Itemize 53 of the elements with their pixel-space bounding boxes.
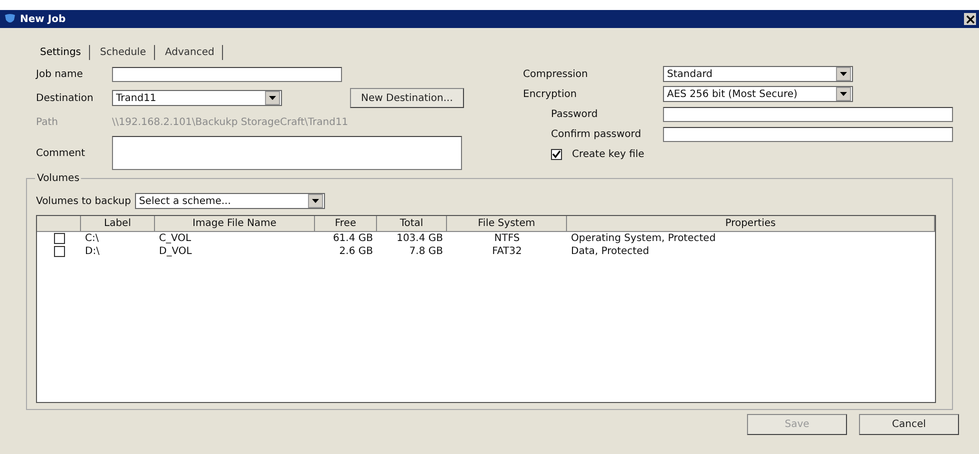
password-field[interactable]: [663, 106, 953, 122]
field-label: Volumes to backup: [36, 196, 131, 206]
table-cell-text: 2.6 GB: [338, 245, 374, 258]
field-label: Compression: [523, 68, 589, 80]
close-icon: [966, 14, 974, 24]
dropdown-arrow-icon: [269, 96, 276, 100]
dropdown-arrow-icon: [840, 72, 847, 76]
table-cell-text: D_VOL: [158, 245, 193, 258]
tab[interactable]: Advanced: [156, 45, 224, 60]
confirm-password-field[interactable]: [663, 126, 953, 142]
window-title: New Job: [20, 14, 67, 24]
checkbox[interactable]: [54, 246, 64, 257]
column-header[interactable]: Label: [81, 216, 155, 231]
column-header[interactable]: File System: [447, 216, 567, 231]
field-label: Password: [550, 108, 599, 120]
new-destination-button[interactable]: New Destination...: [350, 88, 464, 108]
shield-icon: [4, 13, 16, 25]
field-label: Job name: [36, 68, 84, 80]
table-cell-text: 61.4 GB: [332, 232, 374, 245]
dialog-button[interactable]: Cancel: [859, 414, 959, 435]
table-cell-text: Operating System, Protected: [570, 232, 717, 245]
scheme-dropdown[interactable]: Select a scheme...: [134, 193, 325, 209]
field-label: Path: [36, 116, 59, 128]
table-cell-text: 103.4 GB: [396, 232, 444, 245]
group-title: Volumes: [35, 173, 82, 184]
field-label: Comment: [36, 148, 86, 158]
encryption-dropdown[interactable]: AES 256 bit (Most Secure): [663, 86, 853, 102]
table-cell-text: NTFS: [493, 232, 521, 245]
close-button[interactable]: [964, 13, 976, 25]
field-label: Destination: [36, 92, 94, 104]
checkbox-label: Create key file: [572, 148, 644, 160]
column-header[interactable]: Properties: [567, 216, 935, 231]
checkbox[interactable]: [551, 148, 562, 160]
table-cell-text: 7.8 GB: [408, 245, 444, 258]
comment-field[interactable]: [112, 136, 462, 170]
table-cell-text: Data, Protected: [570, 245, 650, 258]
dropdown-arrow-icon: [840, 92, 847, 96]
tab[interactable]: Schedule: [92, 45, 155, 60]
dropdown-arrow-icon: [312, 199, 319, 203]
field-label: Encryption: [523, 88, 578, 100]
table-cell-text: FAT32: [491, 245, 523, 258]
field-label: Confirm password: [550, 128, 642, 140]
job-name-field[interactable]: [112, 66, 342, 82]
column-header[interactable]: Free: [315, 216, 377, 231]
table-cell-text: C_VOL: [158, 232, 192, 245]
destination-dropdown[interactable]: Trand11: [112, 90, 282, 106]
column-header[interactable]: Image File Name: [155, 216, 315, 231]
path-value: \\192.168.2.101\Backukp StorageCraft\Trand11: [112, 116, 348, 128]
column-header[interactable]: Total: [377, 216, 447, 231]
checkbox[interactable]: [54, 233, 64, 244]
table-cell-text: C:\: [84, 232, 100, 245]
table-cell-text: D:\: [84, 245, 100, 258]
compression-dropdown[interactable]: Standard: [663, 66, 853, 82]
